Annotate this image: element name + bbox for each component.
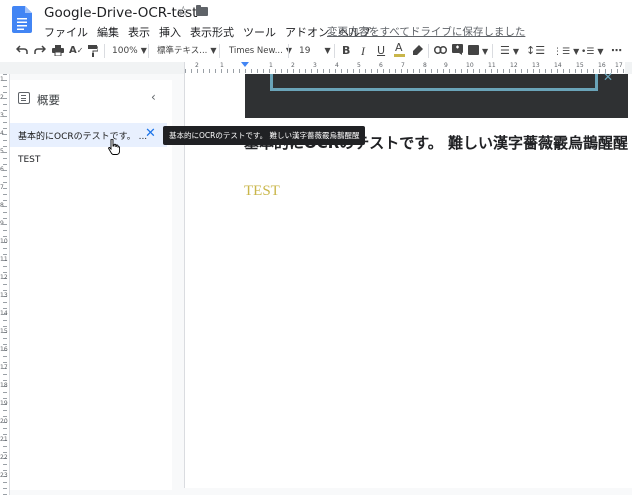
menu-edit[interactable]: 編集 xyxy=(97,24,119,40)
numbered-list-icon[interactable]: ⋮☰ ▼ xyxy=(553,43,579,60)
chevron-left-icon[interactable]: ‹ xyxy=(151,90,156,104)
line-spacing-icon[interactable]: ↕☰ xyxy=(526,43,545,59)
ruler-number: 15 xyxy=(0,328,8,335)
outline-panel: 概要 ‹ 基本的にOCRのテストです。 ... ✕ TEST xyxy=(10,80,172,490)
image-frame xyxy=(270,74,598,91)
ruler-number: 12 xyxy=(0,274,8,281)
ruler-number: 14 xyxy=(0,310,8,317)
ruler-number: 22 xyxy=(0,454,8,461)
indent-marker-icon[interactable] xyxy=(241,62,249,67)
embedded-image[interactable]: ✕ xyxy=(245,70,628,118)
document-heading-test[interactable]: TEST xyxy=(244,183,280,200)
spellcheck-icon[interactable]: A✓ xyxy=(69,43,83,59)
ruler-number: 4 xyxy=(0,130,4,137)
ruler-number: 7 xyxy=(0,184,4,191)
star-icon[interactable]: ☆ xyxy=(177,4,190,20)
ruler-number: 1 xyxy=(0,76,4,83)
folder-icon[interactable] xyxy=(196,5,208,16)
ruler-number: 8 xyxy=(0,202,4,209)
ruler-number: 18 xyxy=(0,382,8,389)
ruler-number: 19 xyxy=(0,400,8,407)
ruler-number: 6 xyxy=(379,62,383,69)
ruler-number: 20 xyxy=(0,418,8,425)
comment-icon[interactable] xyxy=(452,44,463,55)
horizontal-ruler-area: 2 1 1 2 3 4 5 6 7 8 9 10 11 12 13 14 15 … xyxy=(0,62,632,74)
ruler-number: 15 xyxy=(576,62,584,69)
ruler-number: 23 xyxy=(0,472,8,479)
google-docs-logo-icon[interactable] xyxy=(12,6,32,33)
ruler-number: 13 xyxy=(0,292,8,299)
outline-icon xyxy=(18,92,30,104)
ruler-number: 17 xyxy=(0,364,8,371)
menu-view[interactable]: 表示 xyxy=(128,24,150,40)
underline-icon[interactable]: U xyxy=(377,43,385,59)
ruler-number: 9 xyxy=(0,220,4,227)
horizontal-ruler[interactable]: 2 1 1 2 3 4 5 6 7 8 9 10 11 12 13 14 15 … xyxy=(184,62,625,74)
ruler-number: 8 xyxy=(423,62,427,69)
outline-tooltip: 基本的にOCRのテストです。 難しい漢字薔薇霰烏鵲醒醒 xyxy=(163,126,366,145)
ruler-number: 3 xyxy=(313,62,317,69)
ruler-number: 11 xyxy=(0,256,8,263)
outline-item-test[interactable]: TEST xyxy=(18,155,40,165)
ruler-number: 2 xyxy=(291,62,295,69)
menu-insert[interactable]: 挿入 xyxy=(159,24,181,40)
ruler-number: 5 xyxy=(357,62,361,69)
ruler-number: 5 xyxy=(0,148,4,155)
ruler-ticks xyxy=(185,69,625,73)
menu-format[interactable]: 表示形式 xyxy=(190,24,234,40)
ruler-ticks xyxy=(3,74,7,495)
ruler-number: 4 xyxy=(335,62,339,69)
save-status-link[interactable]: 変更内容をすべてドライブに保存しました xyxy=(327,24,525,39)
ruler-number: 7 xyxy=(401,62,405,69)
bulleted-list-icon[interactable]: •☰ ▼ xyxy=(581,43,604,60)
outline-item-label: 基本的にOCRのテストです。 ... xyxy=(18,132,148,142)
menu-tools[interactable]: ツール xyxy=(243,24,276,40)
ruler-number: 10 xyxy=(0,238,8,245)
ruler-number: 6 xyxy=(0,166,4,173)
ruler-number: 11 xyxy=(488,62,496,69)
bold-icon[interactable]: B xyxy=(342,43,350,59)
ruler-number: 17 xyxy=(615,62,623,69)
undo-icon[interactable] xyxy=(16,45,28,55)
ruler-number: 3 xyxy=(0,112,4,119)
ruler-number: 2 xyxy=(0,94,4,101)
font-size-select[interactable]: 19 ▼ xyxy=(299,43,331,59)
zoom-select[interactable]: 100% ▼ xyxy=(112,43,147,59)
more-icon[interactable]: ⋯ xyxy=(611,43,622,59)
vertical-ruler[interactable]: 1 2 3 4 5 6 7 8 9 10 11 12 13 14 15 16 1… xyxy=(0,74,10,495)
ruler-number: 1 xyxy=(220,62,224,69)
highlight-icon[interactable] xyxy=(413,45,423,56)
ruler-number: 9 xyxy=(444,62,448,69)
close-icon[interactable]: ✕ xyxy=(145,126,156,141)
italic-icon[interactable]: I xyxy=(361,43,365,59)
hand-cursor-icon xyxy=(108,139,120,155)
ruler-number: 1 xyxy=(269,62,273,69)
outline-item-heading-1[interactable]: 基本的にOCRのテストです。 ... ✕ xyxy=(10,123,167,147)
document-title[interactable]: Google-Drive-OCR-test xyxy=(44,5,197,21)
ruler-number: 12 xyxy=(510,62,518,69)
align-icon[interactable]: ☰ ▼ xyxy=(500,43,519,60)
menu-addons[interactable]: アドオン xyxy=(285,24,329,40)
print-icon[interactable] xyxy=(52,45,64,56)
image-icon[interactable]: ▼ xyxy=(468,43,488,60)
ruler-number: 16 xyxy=(0,346,8,353)
ruler-number: 14 xyxy=(554,62,562,69)
ruler-number: 21 xyxy=(0,436,8,443)
ruler-number: 16 xyxy=(598,62,606,69)
title-bar: Google-Drive-OCR-test ☆ ファイル 編集 表示 挿入 表示… xyxy=(0,0,632,40)
paragraph-style-select[interactable]: 標準テキス... ▼ xyxy=(157,43,217,59)
outline-title: 概要 xyxy=(37,93,60,107)
text-color-icon[interactable]: A xyxy=(394,41,405,57)
menu-file[interactable]: ファイル xyxy=(44,24,88,40)
link-icon[interactable] xyxy=(434,46,447,54)
ruler-number: 2 xyxy=(195,62,199,69)
ruler-number: 10 xyxy=(466,62,474,69)
redo-icon[interactable] xyxy=(34,45,46,55)
x-mark-icon: ✕ xyxy=(603,70,614,84)
toolbar: A✓ 100%▼ 標準テキス...▼ Times New...▼ 19▼ B I… xyxy=(0,40,632,63)
paint-format-icon[interactable] xyxy=(88,45,98,57)
ruler-number: 13 xyxy=(532,62,540,69)
font-family-select[interactable]: Times New...▼ xyxy=(229,43,292,59)
